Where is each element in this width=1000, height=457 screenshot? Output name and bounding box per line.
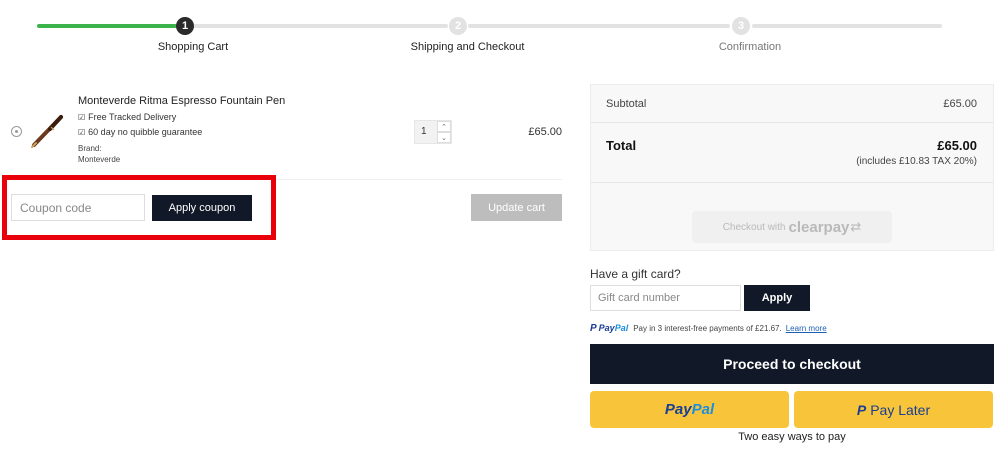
subtotal-label: Subtotal (606, 98, 647, 110)
step-2-circle: 2 (449, 17, 467, 35)
paypal-pay-in-3-message: P PayPal Pay in 3 interest-free payments… (590, 322, 827, 334)
pay-later-button[interactable]: P Pay Later (794, 391, 993, 428)
total-label: Total (606, 138, 637, 153)
check-icon: ☑ (78, 113, 86, 122)
paypal-wordmark: PayPal (598, 323, 629, 333)
quantity-stepper[interactable]: 1 ⌃ ⌄ (414, 120, 452, 144)
two-easy-ways-note: Two easy ways to pay (738, 431, 846, 443)
total-value: £65.00 (937, 138, 977, 153)
apply-coupon-button[interactable]: Apply coupon (152, 195, 252, 221)
product-name[interactable]: Monteverde Ritma Espresso Fountain Pen (78, 95, 285, 107)
cart-totals-panel: Subtotal £65.00 Total £65.00 (includes £… (590, 84, 994, 251)
paypal-pal-text: Pal (691, 401, 715, 418)
progress-bar-completed (37, 24, 177, 28)
paypal-pay-text: Pay (664, 401, 692, 418)
gift-card-title: Have a gift card? (590, 267, 681, 281)
feature-label: 60 day no quibble guarantee (88, 127, 203, 137)
product-thumbnail[interactable] (30, 112, 66, 148)
feature-item: ☑ 60 day no quibble guarantee (78, 127, 202, 137)
learn-more-link[interactable]: Learn more (786, 324, 827, 333)
remove-item-icon[interactable] (11, 126, 22, 137)
step-1-circle: 1 (176, 17, 194, 35)
step-2-label: Shipping and Checkout (410, 41, 525, 53)
chevron-down-icon[interactable]: ⌄ (437, 132, 451, 143)
quantity-value[interactable]: 1 (421, 126, 427, 137)
feature-label: Free Tracked Delivery (88, 112, 177, 122)
paypal-logo-icon: P (856, 401, 867, 418)
clearpay-checkout-button[interactable]: Checkout with clearpay ⇄ (692, 211, 892, 243)
gift-card-apply-button[interactable]: Apply (744, 285, 810, 311)
totals-divider (591, 122, 993, 123)
line-item-price: £65.00 (528, 126, 562, 138)
clearpay-logo: clearpay (788, 218, 850, 236)
paypal-message-text: Pay in 3 interest-free payments of £21.6… (633, 323, 782, 333)
step-3-label: Confirmation (718, 41, 782, 53)
progress-bar-pending (190, 24, 448, 28)
clearpay-arrow-icon: ⇄ (850, 219, 862, 234)
totals-divider (591, 182, 993, 183)
update-cart-button[interactable]: Update cart (471, 194, 562, 221)
subtotal-value: £65.00 (943, 98, 977, 110)
tax-note: (includes £10.83 TAX 20%) (856, 156, 977, 167)
gift-card-input[interactable] (590, 285, 741, 311)
clearpay-text: Checkout with (722, 221, 786, 233)
step-3-circle: 3 (732, 17, 750, 35)
paypal-button[interactable]: Pay Pal (590, 391, 789, 428)
coupon-code-input[interactable] (11, 194, 145, 221)
proceed-to-checkout-button[interactable]: Proceed to checkout (590, 344, 994, 384)
feature-item: ☑ Free Tracked Delivery (78, 112, 176, 122)
chevron-up-icon[interactable]: ⌃ (437, 121, 451, 132)
brand-label: Brand: (78, 144, 102, 153)
progress-bar-pending (468, 24, 730, 28)
check-icon: ☑ (78, 128, 86, 137)
brand-value: Monteverde (78, 155, 121, 164)
step-1-label: Shopping Cart (157, 41, 229, 53)
paypal-logo-icon: P (590, 322, 597, 334)
pay-later-label: Pay Later (870, 401, 931, 418)
checkout-progress: 1 2 3 Shopping Cart Shipping and Checkou… (0, 0, 1000, 70)
progress-bar-pending (752, 24, 942, 28)
